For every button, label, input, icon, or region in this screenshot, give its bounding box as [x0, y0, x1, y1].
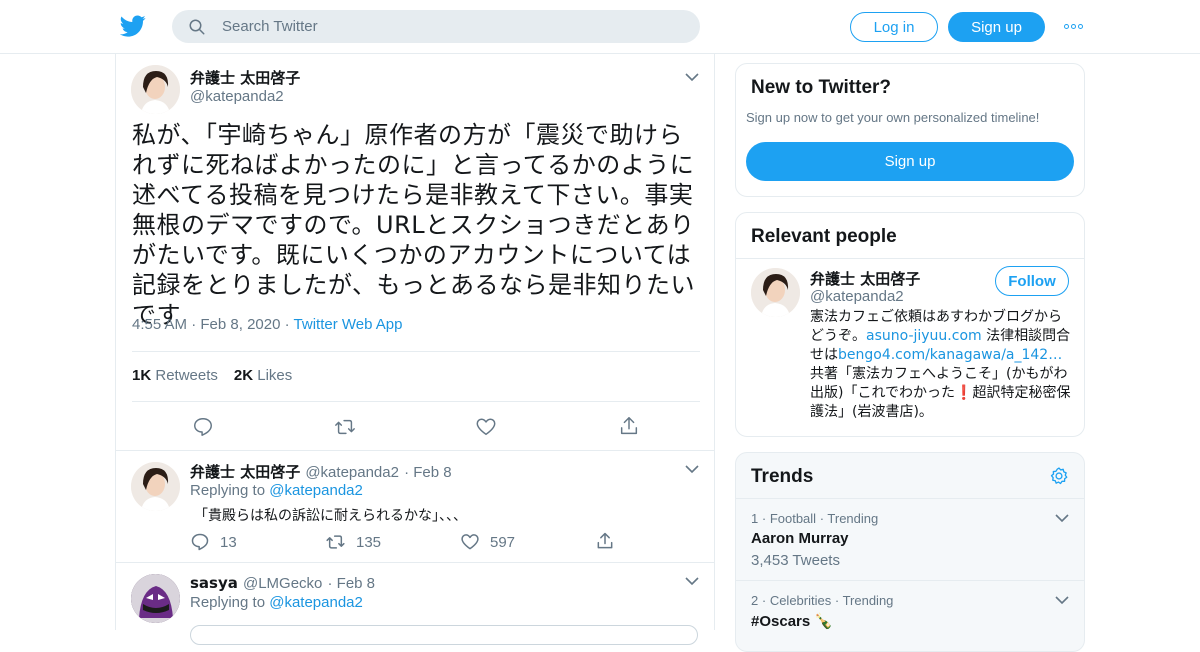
tweet-source-link[interactable]: Twitter Web App	[294, 316, 403, 333]
sidebar-signup-button[interactable]: Sign up	[746, 142, 1074, 181]
retweet-count: 135	[356, 533, 382, 551]
trends-card: Trends 1 · Football · Trending Aaron Mur…	[735, 452, 1085, 652]
search-icon	[189, 19, 205, 34]
new-to-twitter-title: New to Twitter?	[751, 77, 892, 98]
author-name[interactable]: 弁護士 太田啓子	[190, 67, 300, 88]
quoted-tweet-card[interactable]	[190, 625, 698, 645]
retweet-icon[interactable]	[325, 532, 346, 552]
bio-link[interactable]: bengo4.com/kanagawa/a_142…	[838, 347, 1062, 363]
relevant-person-name[interactable]: 弁護士 太田啓子	[810, 268, 920, 289]
champagne-emoji-icon: 🍾	[814, 613, 834, 630]
trend-name[interactable]: #Oscars 🍾	[751, 612, 833, 630]
like-count: 597	[490, 533, 516, 551]
new-to-twitter-subtitle: Sign up now to get your own personalized…	[746, 110, 1040, 125]
relevant-person-avatar[interactable]	[751, 268, 800, 317]
trend-status: Trending	[842, 593, 894, 608]
tweet-text: 私が、「宇崎ちゃん」原作者の方が「震災で助けられずに死ねばよかったのに」と言って…	[132, 121, 696, 329]
divider	[132, 401, 700, 402]
signup-button[interactable]: Sign up	[948, 12, 1045, 42]
reply-icon[interactable]	[192, 416, 214, 438]
bio-link[interactable]: asuno-jiyuu.com	[866, 328, 982, 344]
login-button[interactable]: Log in	[850, 12, 938, 42]
search-input[interactable]	[222, 18, 662, 35]
reply-action[interactable]: 13	[190, 532, 237, 552]
top-bar: Log in Sign up	[0, 0, 1200, 54]
like-icon[interactable]	[475, 416, 497, 438]
reply-author-name[interactable]: sasya	[190, 574, 238, 592]
divider	[132, 351, 700, 352]
reply-avatar[interactable]	[131, 574, 180, 623]
reply-date[interactable]: Feb 8	[337, 575, 375, 592]
share-icon[interactable]	[618, 415, 640, 437]
tweet-time[interactable]: 4:55 AM	[132, 316, 187, 333]
trend-rank: 1	[751, 511, 759, 526]
chevron-down-icon[interactable]	[685, 465, 699, 474]
trend-status: Trending	[827, 511, 879, 526]
reply-avatar[interactable]	[131, 462, 180, 511]
author-avatar[interactable]	[131, 65, 180, 114]
trend-item[interactable]: 1 · Football · Trending Aaron Murray 3,4…	[736, 498, 1084, 580]
retweets-stat[interactable]: 1K Retweets	[132, 367, 218, 384]
chevron-down-icon[interactable]	[685, 73, 699, 82]
likes-stat[interactable]: 2K Likes	[234, 367, 292, 384]
relevant-person-bio: 憲法カフェご依頼はあすわかブログからどうぞ。asuno-jiyuu.com 法律…	[810, 309, 1071, 420]
reply-author-name[interactable]: 弁護士 太田啓子	[190, 463, 300, 481]
reply-icon[interactable]	[190, 532, 210, 552]
trend-name[interactable]: Aaron Murray	[751, 530, 849, 547]
replying-to-label: Replying to	[190, 482, 266, 499]
retweet-icon[interactable]	[333, 416, 357, 438]
replying-to-link[interactable]: @katepanda2	[269, 482, 363, 499]
reply-text: 「貴殿らは私の訴訟に耐えられるかな」、、、	[194, 508, 467, 524]
relevant-people-title: Relevant people	[751, 226, 897, 247]
tweet-date[interactable]: Feb 8, 2020	[200, 316, 280, 333]
twitter-logo-icon[interactable]	[120, 13, 146, 39]
retweet-action[interactable]: 135	[325, 532, 381, 552]
chevron-down-icon[interactable]	[1055, 514, 1069, 523]
relevant-people-card: Relevant people 弁護士 太田啓子 @katepanda2 Fol…	[735, 212, 1085, 437]
chevron-down-icon[interactable]	[1055, 596, 1069, 605]
new-to-twitter-card: New to Twitter? Sign up now to get your …	[735, 63, 1085, 197]
exclamation-emoji-icon: ❗	[955, 385, 973, 401]
trend-category: Celebrities	[769, 593, 832, 608]
follow-button[interactable]: Follow	[995, 266, 1069, 296]
replying-to-label: Replying to	[190, 594, 266, 611]
trends-title: Trends	[751, 466, 814, 487]
share-icon[interactable]	[595, 531, 615, 551]
reply-tweet[interactable]: 弁護士 太田啓子 @katepanda2 · Feb 8 Replying to…	[116, 450, 714, 562]
tweet-stats: 1K Retweets 2K Likes	[132, 367, 292, 384]
trend-category: Football	[769, 511, 817, 526]
search-bar[interactable]	[172, 10, 700, 43]
like-action[interactable]: 597	[460, 532, 515, 552]
relevant-person[interactable]: 弁護士 太田啓子 @katepanda2 Follow 憲法カフェご依頼はあすわ…	[736, 258, 1084, 438]
reply-tweet[interactable]: sasya @LMGecko · Feb 8 Replying to @kate…	[116, 562, 714, 645]
reply-date[interactable]: Feb 8	[413, 464, 451, 481]
trend-rank: 2	[751, 593, 759, 608]
reply-author-handle[interactable]: @LMGecko	[243, 575, 322, 592]
like-icon[interactable]	[460, 532, 480, 552]
trend-item[interactable]: 2 · Celebrities · Trending #Oscars 🍾	[736, 580, 1084, 640]
tweet-meta: 4:55 AM · Feb 8, 2020 · Twitter Web App	[132, 316, 403, 333]
relevant-person-handle[interactable]: @katepanda2	[810, 288, 904, 305]
chevron-down-icon[interactable]	[685, 577, 699, 586]
more-options-icon[interactable]	[1064, 18, 1086, 34]
trend-tweet-count: 3,453 Tweets	[751, 552, 840, 569]
settings-gear-icon[interactable]	[1049, 466, 1069, 486]
main-column: 弁護士 太田啓子 @katepanda2 私が、「宇崎ちゃん」原作者の方が「震災…	[115, 54, 715, 645]
reply-count: 13	[220, 533, 237, 551]
reply-author-handle[interactable]: @katepanda2	[305, 464, 399, 481]
author-handle[interactable]: @katepanda2	[190, 88, 284, 105]
replying-to-link[interactable]: @katepanda2	[269, 594, 363, 611]
